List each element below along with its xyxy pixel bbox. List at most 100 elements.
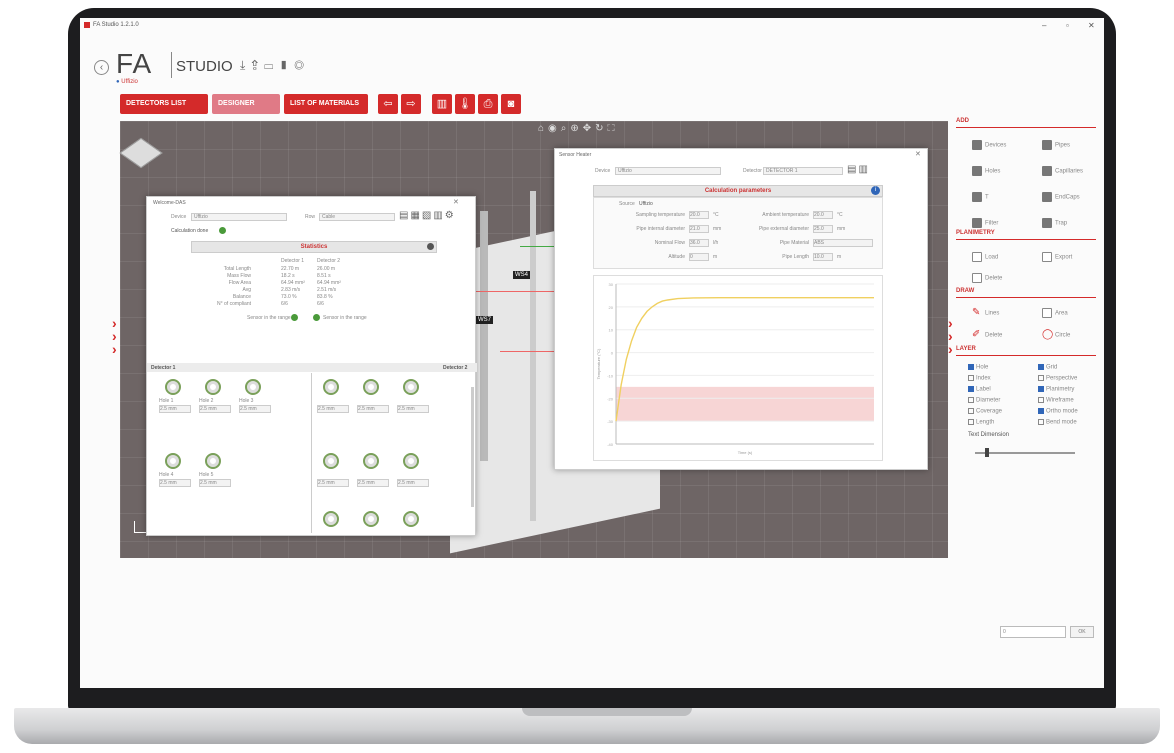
hole-icon[interactable] <box>403 379 419 395</box>
close-icon[interactable]: ✕ <box>1088 21 1095 30</box>
close-stats-icon[interactable] <box>427 243 434 250</box>
add-devices-button[interactable]: Devices <box>972 140 1006 150</box>
window-actions[interactable]: ▤▦▧▥⚙ <box>399 210 456 221</box>
checkbox[interactable] <box>968 408 974 414</box>
param-input[interactable]: 0 <box>689 253 709 261</box>
checkbox[interactable] <box>1038 397 1044 403</box>
camera-icon[interactable]: ◙ <box>501 94 521 114</box>
expand-left-icon[interactable]: › <box>112 341 117 357</box>
undo-icon[interactable]: ⇦ <box>378 94 398 114</box>
draw-circle-button[interactable]: ◯ Circle <box>1042 330 1070 340</box>
row-select[interactable]: Cable <box>319 213 395 221</box>
param-input[interactable]: 25.0 <box>813 225 833 233</box>
info-icon[interactable]: i <box>871 186 880 195</box>
checkbox[interactable] <box>968 375 974 381</box>
viewport-nav-icons[interactable]: ⌂◉⌕⊕✥↻⛶ <box>538 123 619 134</box>
layer-toggle[interactable]: Bend mode <box>1038 419 1077 426</box>
hole-icon[interactable] <box>403 453 419 469</box>
add-pipes-button[interactable]: Pipes <box>1042 140 1070 150</box>
checkbox[interactable] <box>968 386 974 392</box>
hole-size-select[interactable]: 2.5 mm <box>199 479 231 487</box>
redo-icon[interactable]: ⇨ <box>401 94 421 114</box>
pipe-tag[interactable]: WS4 <box>513 271 531 279</box>
hole-icon[interactable] <box>363 511 379 527</box>
slider-handle[interactable] <box>985 448 989 457</box>
back-button[interactable]: ‹ <box>94 60 109 75</box>
hole-icon[interactable] <box>403 511 419 527</box>
hole-icon[interactable] <box>363 453 379 469</box>
add-capillaries-button[interactable]: Capillaries <box>1042 166 1083 176</box>
add-filter-button[interactable]: Filter <box>972 218 998 228</box>
download-icon[interactable]: ⤓ <box>240 58 251 72</box>
text-dimension-slider[interactable] <box>975 452 1075 454</box>
folder-icon[interactable]: ▭ <box>264 58 279 72</box>
layer-toggle[interactable]: Label <box>968 386 991 393</box>
detector-select[interactable]: DETECTOR 1 <box>763 167 843 175</box>
expand-right-icon[interactable]: › <box>948 341 953 357</box>
hole-icon[interactable] <box>245 379 261 395</box>
close-icon[interactable]: ✕ <box>915 150 921 158</box>
hole-icon[interactable] <box>205 379 221 395</box>
restore-icon[interactable]: ▫ <box>1066 21 1069 30</box>
draw-area-button[interactable]: Area <box>1042 308 1068 318</box>
designer-button[interactable]: DESIGNER <box>212 94 280 114</box>
hole-size-select[interactable]: 2.5 mm <box>317 405 349 413</box>
hole-icon[interactable] <box>205 453 221 469</box>
pipe-material-select[interactable]: ABS <box>813 239 873 247</box>
param-input[interactable]: 36.0 <box>689 239 709 247</box>
hole-size-select[interactable]: 2.5 mm <box>159 405 191 413</box>
hole-icon[interactable] <box>363 379 379 395</box>
save-icon[interactable]: ▮ <box>279 58 294 72</box>
list-of-materials-button[interactable]: LIST OF MATERIALS <box>284 94 368 114</box>
planimetry-export-button[interactable]: Export <box>1042 252 1072 262</box>
hole-icon[interactable] <box>323 453 339 469</box>
print-icon[interactable]: ⎙ <box>478 94 498 114</box>
checkbox[interactable] <box>1038 375 1044 381</box>
checkbox[interactable] <box>968 364 974 370</box>
checkbox[interactable] <box>1038 386 1044 392</box>
checkbox[interactable] <box>1038 364 1044 370</box>
ok-button[interactable]: OK <box>1070 626 1094 638</box>
hole-icon[interactable] <box>323 511 339 527</box>
checkbox[interactable] <box>1038 419 1044 425</box>
layer-toggle[interactable]: Diameter <box>968 397 1000 404</box>
device-select[interactable]: Uffizio <box>615 167 721 175</box>
draw-lines-button[interactable]: ✎ Lines <box>972 308 999 318</box>
hole-size-select[interactable]: 2.5 mm <box>357 479 389 487</box>
building-icon[interactable]: ▥ <box>432 94 452 114</box>
add-t-button[interactable]: T <box>972 192 989 202</box>
param-input[interactable]: 21.0 <box>689 225 709 233</box>
checkbox[interactable] <box>1038 408 1044 414</box>
hole-size-select[interactable]: 2.5 mm <box>317 479 349 487</box>
layer-toggle[interactable]: Grid <box>1038 364 1057 371</box>
device-select[interactable]: Uffizio <box>191 213 287 221</box>
add-endcaps-button[interactable]: EndCaps <box>1042 192 1080 202</box>
thermometer-icon[interactable]: 🌡 <box>455 94 475 114</box>
param-input[interactable]: 20.0 <box>813 211 833 219</box>
planimetry-load-button[interactable]: Load <box>972 252 998 262</box>
add-holes-button[interactable]: Holes <box>972 166 1000 176</box>
hole-size-select[interactable]: 2.5 mm <box>239 405 271 413</box>
settings-icon[interactable]: ◎ <box>294 58 310 72</box>
layer-toggle[interactable]: Planimetry <box>1038 386 1074 393</box>
command-input[interactable]: 0 <box>1000 626 1066 638</box>
minimize-icon[interactable]: – <box>1042 21 1046 30</box>
add-trap-button[interactable]: Trap <box>1042 218 1067 228</box>
hole-size-select[interactable]: 2.5 mm <box>397 479 429 487</box>
checkbox[interactable] <box>968 419 974 425</box>
hole-icon[interactable] <box>165 379 181 395</box>
checkbox[interactable] <box>968 397 974 403</box>
close-icon[interactable]: ✕ <box>453 198 459 206</box>
layer-toggle[interactable]: Index <box>968 375 991 382</box>
pipe-tag[interactable]: WS7 <box>476 316 494 324</box>
hole-icon[interactable] <box>323 379 339 395</box>
hole-size-select[interactable]: 2.5 mm <box>159 479 191 487</box>
layer-toggle[interactable]: Ortho mode <box>1038 408 1078 415</box>
layer-toggle[interactable]: Length <box>968 419 994 426</box>
window-actions[interactable]: ▤▥ <box>847 164 870 175</box>
layer-toggle[interactable]: Perspective <box>1038 375 1077 382</box>
project-name[interactable]: ● Uffizio <box>116 79 138 85</box>
draw-delete-button[interactable]: ✐ Delete <box>972 330 1002 340</box>
param-input[interactable]: 20.0 <box>689 211 709 219</box>
hole-size-select[interactable]: 2.5 mm <box>397 405 429 413</box>
